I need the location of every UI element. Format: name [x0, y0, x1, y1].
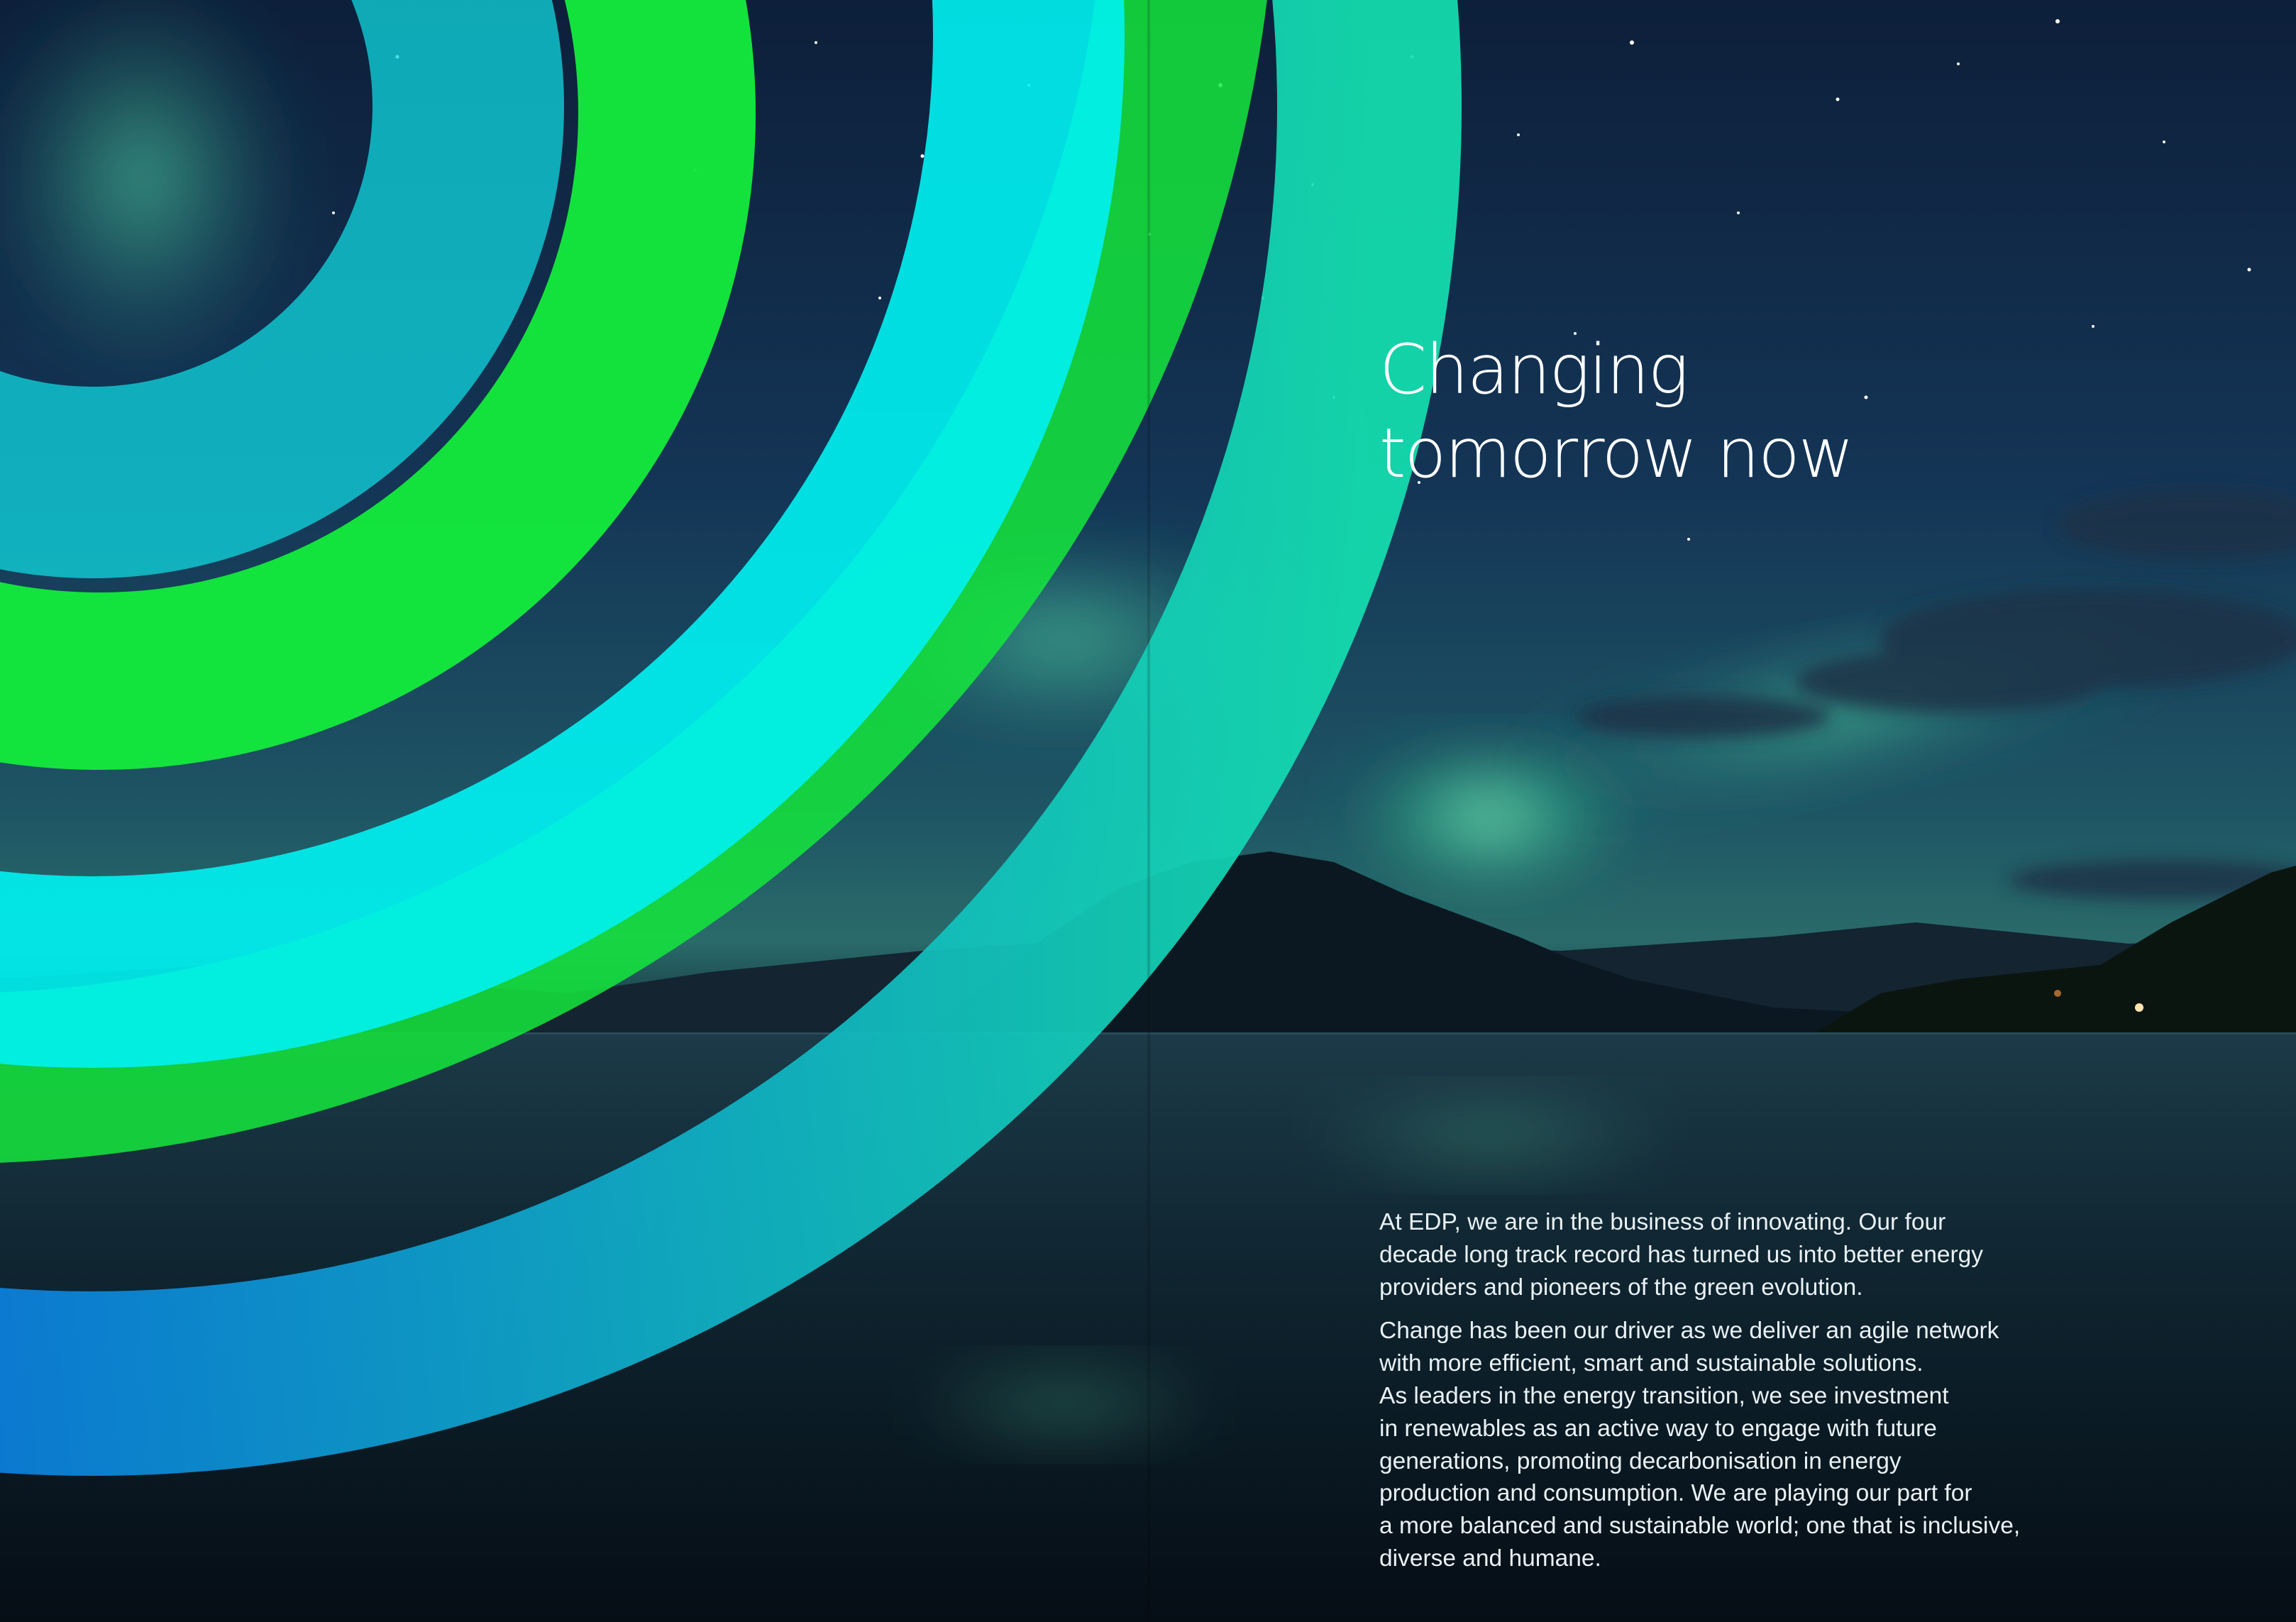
paragraph-1-line: providers and pioneers of the green evol… — [1379, 1274, 1863, 1301]
paragraph-2-line: with more efficient, smart and sustainab… — [1379, 1350, 1924, 1377]
paragraph-2-line: generations, promoting decarbonisation i… — [1379, 1447, 1902, 1474]
body-copy: At EDP, we are in the business of innova… — [1379, 1206, 2089, 1587]
spread-fold — [1147, 0, 1151, 1622]
paragraph-2-line: a more balanced and sustainable world; o… — [1379, 1513, 2021, 1540]
paragraph-2-line: Change has been our driver as we deliver… — [1379, 1318, 1999, 1345]
paragraph-1-line: At EDP, we are in the business of innova… — [1379, 1209, 1946, 1235]
paragraph-2-line: As leaders in the energy transition, we … — [1379, 1382, 1949, 1409]
headline: Changing tomorrow now — [1379, 328, 2018, 495]
brochure-spread: Changing tomorrow now At EDP, we are in … — [0, 0, 2296, 1622]
paragraph-2-line: in renewables as an active way to engage… — [1379, 1415, 1937, 1442]
paragraph-2: Change has been our driver as we deliver… — [1379, 1315, 2089, 1574]
headline-line-1: Changing — [1379, 330, 1689, 409]
paragraph-2-line: production and consumption. We are playi… — [1379, 1480, 1972, 1507]
paragraph-1-line: decade long track record has turned us i… — [1379, 1241, 1984, 1268]
paragraph-1: At EDP, we are in the business of innova… — [1379, 1206, 2089, 1303]
paragraph-2-line: diverse and humane. — [1379, 1545, 1601, 1572]
headline-line-2: tomorrow now — [1379, 414, 1854, 493]
